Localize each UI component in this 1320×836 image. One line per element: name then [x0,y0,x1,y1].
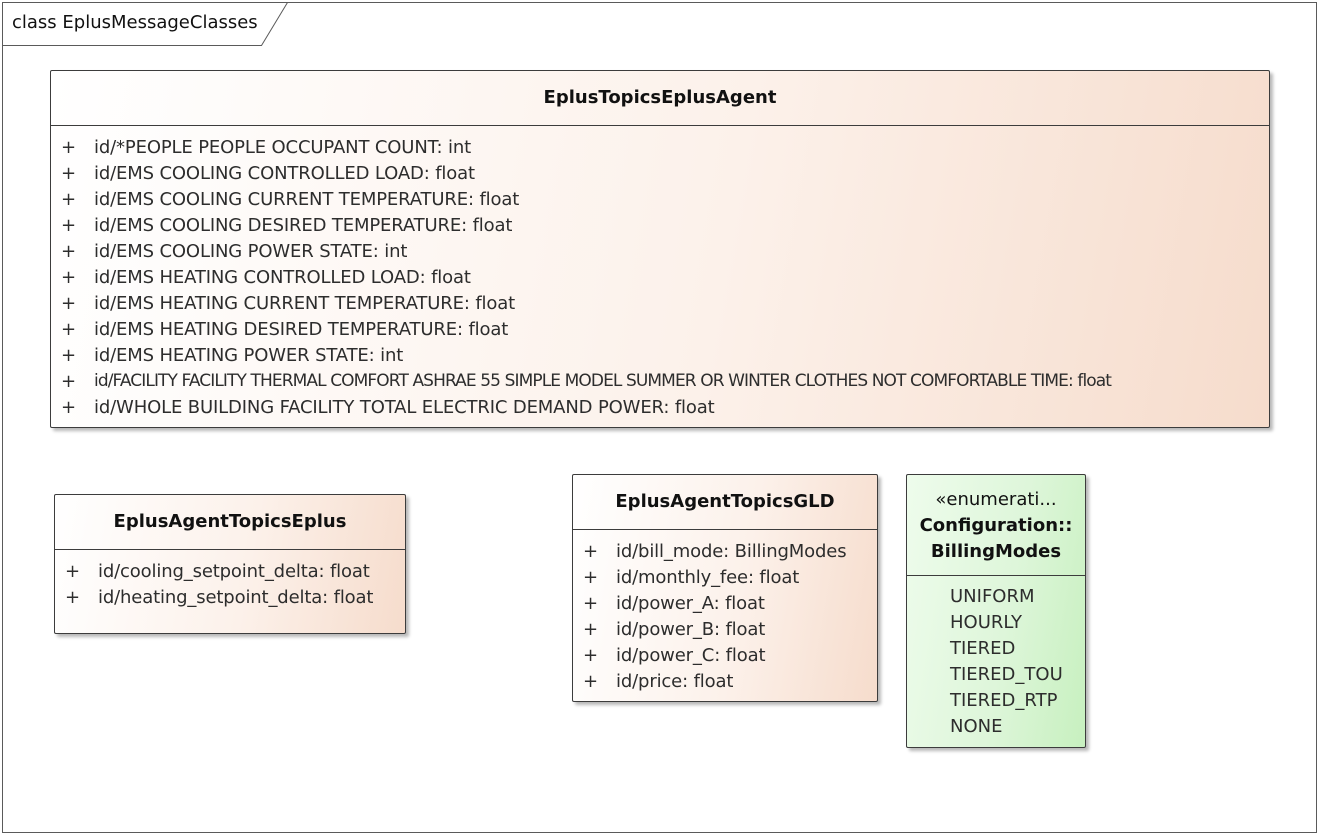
diagram-frame-tab: class EplusMessageClasses [2,2,288,46]
visibility-marker: + [61,214,77,236]
visibility-marker: + [61,344,77,366]
attribute-text: id/EMS COOLING CONTROLLED LOAD: float [94,162,475,184]
class-eplus-agent-topics-gld[interactable]: EplusAgentTopicsGLD + id/bill_mode: Bill… [572,474,878,702]
attribute-text: id/power_A: float [616,592,765,614]
attribute-text: id/EMS HEATING POWER STATE: int [94,344,404,366]
attribute-text: id/EMS HEATING CURRENT TEMPERATURE: floa… [94,292,516,314]
attribute-row[interactable]: + id/power_C: float [573,642,877,668]
attribute-text: id/EMS COOLING DESIRED TEMPERATURE: floa… [94,214,513,236]
visibility-marker: + [583,670,599,692]
attribute-row[interactable]: + id/price: float [573,668,877,694]
enum-literal[interactable]: UNIFORM [907,584,1085,610]
attribute-row[interactable]: + id/EMS COOLING CURRENT TEMPERATURE: fl… [51,186,1269,212]
enum-name-qualifier: Configuration:: [919,515,1073,536]
attribute-row[interactable]: + id/monthly_fee: float [573,564,877,590]
class-eplus-agent-topics-eplus[interactable]: EplusAgentTopicsEplus + id/cooling_setpo… [54,494,406,634]
attribute-text: id/EMS COOLING CURRENT TEMPERATURE: floa… [94,188,520,210]
attribute-text: id/EMS HEATING DESIRED TEMPERATURE: floa… [94,318,509,340]
attribute-list: + id/cooling_setpoint_delta: float + id/… [55,550,405,610]
visibility-marker: + [61,266,77,288]
enum-literal-list: UNIFORM HOURLY TIERED TIERED_TOU TIERED_… [907,576,1085,740]
attribute-text: id/price: float [616,670,734,692]
enum-literal[interactable]: TIERED [907,636,1085,662]
attribute-row[interactable]: + id/heating_setpoint_delta: float [55,584,405,610]
class-name: EplusAgentTopicsEplus [113,511,347,532]
visibility-marker: + [65,560,81,582]
attribute-text: id/EMS COOLING POWER STATE: int [94,240,408,262]
enum-stereotype: «enumerati... [935,489,1057,510]
attribute-row[interactable]: + id/EMS HEATING POWER STATE: int [51,342,1269,368]
class-eplus-topics-eplus-agent[interactable]: EplusTopicsEplusAgent + id/*PEOPLE PEOPL… [50,70,1270,428]
enum-literal[interactable]: HOURLY [907,610,1085,636]
visibility-marker: + [61,396,77,418]
attribute-row[interactable]: + id/power_B: float [573,616,877,642]
visibility-marker: + [61,318,77,340]
visibility-marker: + [61,162,77,184]
attribute-text: id/bill_mode: BillingModes [616,540,847,562]
visibility-marker: + [61,188,77,210]
attribute-text: id/power_C: float [616,644,766,666]
attribute-row[interactable]: + id/*PEOPLE PEOPLE OCCUPANT COUNT: int [51,134,1269,160]
attribute-row[interactable]: + id/FACILITY FACILITY THERMAL COMFORT A… [51,368,1269,394]
attribute-row[interactable]: + id/EMS COOLING CONTROLLED LOAD: float [51,160,1269,186]
visibility-marker: + [65,586,81,608]
class-name: EplusTopicsEplusAgent [543,87,777,108]
enum-header: «enumerati... Configuration:: BillingMod… [907,475,1085,576]
visibility-marker: + [583,618,599,640]
attribute-text: id/heating_setpoint_delta: float [98,586,374,608]
attribute-text: id/*PEOPLE PEOPLE OCCUPANT COUNT: int [94,136,472,158]
attribute-row[interactable]: + id/EMS COOLING DESIRED TEMPERATURE: fl… [51,212,1269,238]
attribute-row[interactable]: + id/cooling_setpoint_delta: float [55,558,405,584]
class-header: EplusAgentTopicsGLD [573,475,877,530]
class-header: EplusTopicsEplusAgent [51,71,1269,126]
attribute-row[interactable]: + id/EMS HEATING CONTROLLED LOAD: float [51,264,1269,290]
attribute-row[interactable]: + id/power_A: float [573,590,877,616]
visibility-marker: + [61,370,77,392]
attribute-text: id/power_B: float [616,618,766,640]
class-name: EplusAgentTopicsGLD [615,491,835,512]
class-header: EplusAgentTopicsEplus [55,495,405,550]
attribute-row[interactable]: + id/bill_mode: BillingModes [573,538,877,564]
visibility-marker: + [61,136,77,158]
attribute-row[interactable]: + id/WHOLE BUILDING FACILITY TOTAL ELECT… [51,394,1269,420]
enum-literal[interactable]: TIERED_RTP [907,688,1085,714]
visibility-marker: + [583,592,599,614]
visibility-marker: + [61,292,77,314]
visibility-marker: + [583,566,599,588]
visibility-marker: + [583,644,599,666]
attribute-row[interactable]: + id/EMS HEATING DESIRED TEMPERATURE: fl… [51,316,1269,342]
attribute-list: + id/*PEOPLE PEOPLE OCCUPANT COUNT: int … [51,126,1269,420]
attribute-text: id/cooling_setpoint_delta: float [98,560,370,582]
enum-billing-modes[interactable]: «enumerati... Configuration:: BillingMod… [906,474,1086,748]
attribute-text: id/WHOLE BUILDING FACILITY TOTAL ELECTRI… [94,396,715,418]
attribute-list: + id/bill_mode: BillingModes + id/monthl… [573,530,877,694]
attribute-text: id/EMS HEATING CONTROLLED LOAD: float [94,266,471,288]
enum-literal[interactable]: NONE [907,714,1085,740]
visibility-marker: + [61,240,77,262]
attribute-text: id/FACILITY FACILITY THERMAL COMFORT ASH… [94,371,1112,391]
enum-literal[interactable]: TIERED_TOU [907,662,1085,688]
enum-name: BillingModes [930,541,1062,562]
diagram-title: class EplusMessageClasses [12,12,258,33]
attribute-text: id/monthly_fee: float [616,566,800,588]
visibility-marker: + [583,540,599,562]
attribute-row[interactable]: + id/EMS HEATING CURRENT TEMPERATURE: fl… [51,290,1269,316]
attribute-row[interactable]: + id/EMS COOLING POWER STATE: int [51,238,1269,264]
